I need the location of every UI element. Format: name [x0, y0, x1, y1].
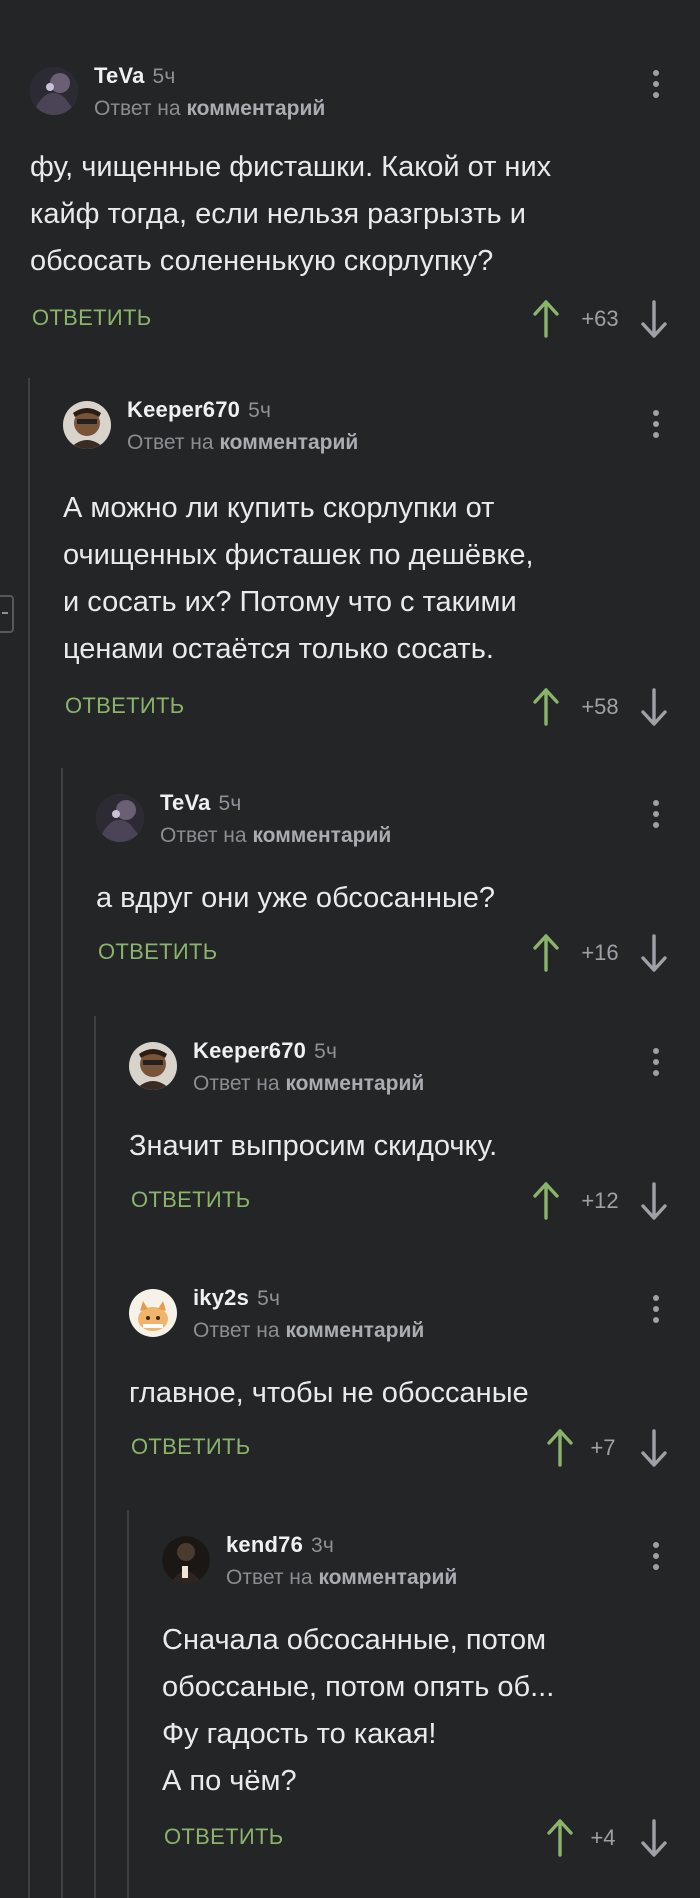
upvote-arrow-icon[interactable] [532, 688, 560, 726]
comment-time: 5ч [257, 1287, 281, 1310]
comment-text: А можно ли купить скорлупки от очищенных… [63, 492, 534, 665]
reply-button[interactable]: ОТВЕТИТЬ [32, 305, 151, 331]
reply-target-link[interactable]: комментарий [285, 1072, 424, 1095]
score: +16 [581, 940, 619, 965]
vote-controls: +12 [532, 1182, 672, 1222]
reply-button[interactable]: ОТВЕТИТЬ [131, 1187, 250, 1213]
author-name[interactable]: Keeper670 5ч [193, 1038, 337, 1064]
dark-photo-avatar-icon [30, 67, 78, 115]
downvote-arrow-icon[interactable] [640, 688, 668, 726]
more-options-icon[interactable] [651, 410, 661, 442]
thread-line-level-3 [94, 1016, 96, 1898]
vote-controls: +58 [532, 688, 672, 728]
comment-time: 5ч [248, 399, 272, 422]
avatar[interactable] [96, 794, 144, 842]
score: +63 [581, 306, 619, 331]
upvote-arrow-icon[interactable] [532, 1182, 560, 1220]
cartoon-cat-avatar-icon [129, 1289, 177, 1337]
reply-to-line: Ответ на комментарий [160, 824, 392, 847]
reply-to-line: Ответ на комментарий [94, 97, 326, 120]
man-portrait-avatar-icon [129, 1042, 177, 1090]
comment-text: а вдруг они уже обсосанные? [96, 882, 496, 914]
comment-text: фу, чищенные фисташки. Какой от них кайф… [30, 151, 552, 277]
reply-to-line: Ответ на комментарий [193, 1319, 425, 1342]
upvote-arrow-icon[interactable] [532, 934, 560, 972]
man-portrait-avatar-icon [63, 401, 111, 449]
avatar[interactable] [129, 1289, 177, 1337]
avatar[interactable] [129, 1042, 177, 1090]
comment-time: 5ч [218, 792, 242, 815]
author-name[interactable]: Keeper670 5ч [127, 397, 271, 423]
vote-controls: +16 [532, 934, 672, 974]
comment-time: 5ч [314, 1040, 338, 1063]
vote-controls: +7 [546, 1429, 672, 1469]
score: +4 [590, 1825, 616, 1850]
author-name[interactable]: TeVa 5ч [94, 63, 176, 89]
avatar[interactable] [30, 67, 78, 115]
reply-target-link[interactable]: комментарий [285, 1319, 424, 1342]
vote-controls: +63 [532, 300, 672, 340]
more-options-icon[interactable] [651, 70, 661, 102]
more-options-icon[interactable] [651, 1542, 661, 1574]
reply-target-link[interactable]: комментарий [219, 431, 358, 454]
reply-to-line: Ответ на комментарий [127, 431, 359, 454]
reply-button[interactable]: ОТВЕТИТЬ [164, 1824, 283, 1850]
score: +7 [590, 1435, 616, 1460]
reply-button[interactable]: ОТВЕТИТЬ [131, 1434, 250, 1460]
reply-target-link[interactable]: комментарий [186, 97, 325, 120]
avatar[interactable] [63, 401, 111, 449]
avatar[interactable] [162, 1536, 210, 1584]
comment-time: 5ч [152, 65, 176, 88]
more-options-icon[interactable] [651, 1295, 661, 1327]
author-name[interactable]: iky2s 5ч [193, 1285, 280, 1311]
upvote-arrow-icon[interactable] [546, 1429, 574, 1467]
comment-text: Сначала обсосанные, потом обоссаные, пот… [162, 1624, 555, 1797]
score: +12 [581, 1188, 619, 1213]
upvote-arrow-icon[interactable] [532, 300, 560, 338]
vote-controls: +4 [546, 1819, 672, 1859]
thread-line-level-4 [127, 1510, 129, 1898]
comment-time: 3ч [311, 1534, 335, 1557]
score: +58 [581, 694, 619, 719]
reply-target-link[interactable]: комментарий [318, 1566, 457, 1589]
thread-line-level-1 [28, 378, 30, 1898]
downvote-arrow-icon[interactable] [640, 1429, 668, 1467]
thread-line-level-2 [61, 768, 63, 1898]
downvote-arrow-icon[interactable] [640, 300, 668, 338]
author-name[interactable]: kend76 3ч [226, 1532, 334, 1558]
reply-to-line: Ответ на комментарий [226, 1566, 458, 1589]
downvote-arrow-icon[interactable] [640, 1819, 668, 1857]
more-options-icon[interactable] [651, 1048, 661, 1080]
reply-to-line: Ответ на комментарий [193, 1072, 425, 1095]
downvote-arrow-icon[interactable] [640, 934, 668, 972]
comment-text: главное, чтобы не обоссаные [129, 1377, 529, 1409]
comment-text: Значит выпросим скидочку. [129, 1130, 498, 1162]
reply-button[interactable]: ОТВЕТИТЬ [65, 693, 184, 719]
collapse-thread-button[interactable] [0, 595, 14, 633]
more-options-icon[interactable] [651, 800, 661, 832]
author-name[interactable]: TeVa 5ч [160, 790, 242, 816]
downvote-arrow-icon[interactable] [640, 1182, 668, 1220]
dark-photo-avatar-icon [96, 794, 144, 842]
dark-figure-avatar-icon [162, 1536, 210, 1584]
reply-target-link[interactable]: комментарий [252, 824, 391, 847]
reply-button[interactable]: ОТВЕТИТЬ [98, 939, 217, 965]
upvote-arrow-icon[interactable] [546, 1819, 574, 1857]
